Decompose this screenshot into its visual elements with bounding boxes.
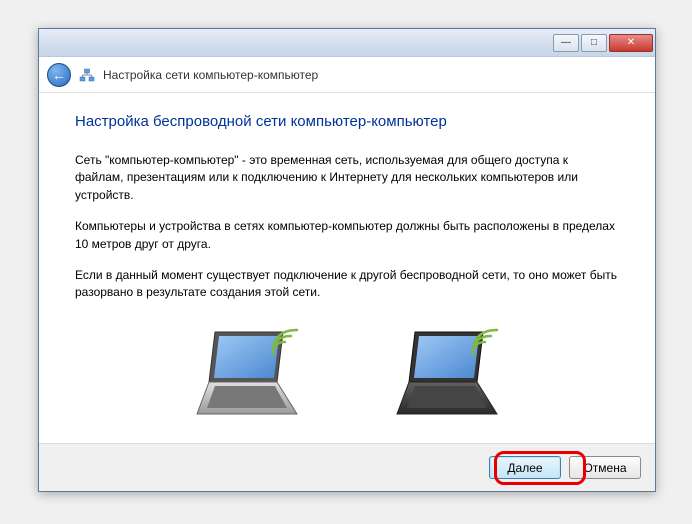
- footer-bar: Далее Отмена: [39, 443, 655, 491]
- header-bar: ← Настройка сети компьютер-компьютер: [39, 57, 655, 93]
- description-para-3: Если в данный момент существует подключе…: [75, 267, 619, 302]
- description-para-1: Сеть "компьютер-компьютер" - это временн…: [75, 152, 619, 204]
- wizard-window: — □ ✕ ← Настройка сети компьютер-компьют…: [38, 28, 656, 492]
- content-area: Настройка беспроводной сети компьютер-ко…: [39, 93, 655, 444]
- laptop-right: [377, 324, 517, 434]
- maximize-button[interactable]: □: [581, 34, 607, 52]
- header-title: Настройка сети компьютер-компьютер: [103, 68, 318, 82]
- close-button[interactable]: ✕: [609, 34, 653, 52]
- next-button[interactable]: Далее: [489, 456, 561, 479]
- page-heading: Настройка беспроводной сети компьютер-ко…: [75, 113, 619, 130]
- wifi-icon: [469, 328, 499, 358]
- minimize-button[interactable]: —: [553, 34, 579, 52]
- network-icon: [79, 67, 95, 83]
- titlebar: — □ ✕: [39, 29, 655, 57]
- illustration: [75, 324, 619, 434]
- description-para-2: Компьютеры и устройства в сетях компьюте…: [75, 218, 619, 253]
- back-button[interactable]: ←: [47, 63, 71, 87]
- cancel-button[interactable]: Отмена: [569, 456, 641, 479]
- laptop-left: [177, 324, 317, 434]
- wifi-icon: [269, 328, 299, 358]
- back-arrow-icon: ←: [52, 67, 66, 83]
